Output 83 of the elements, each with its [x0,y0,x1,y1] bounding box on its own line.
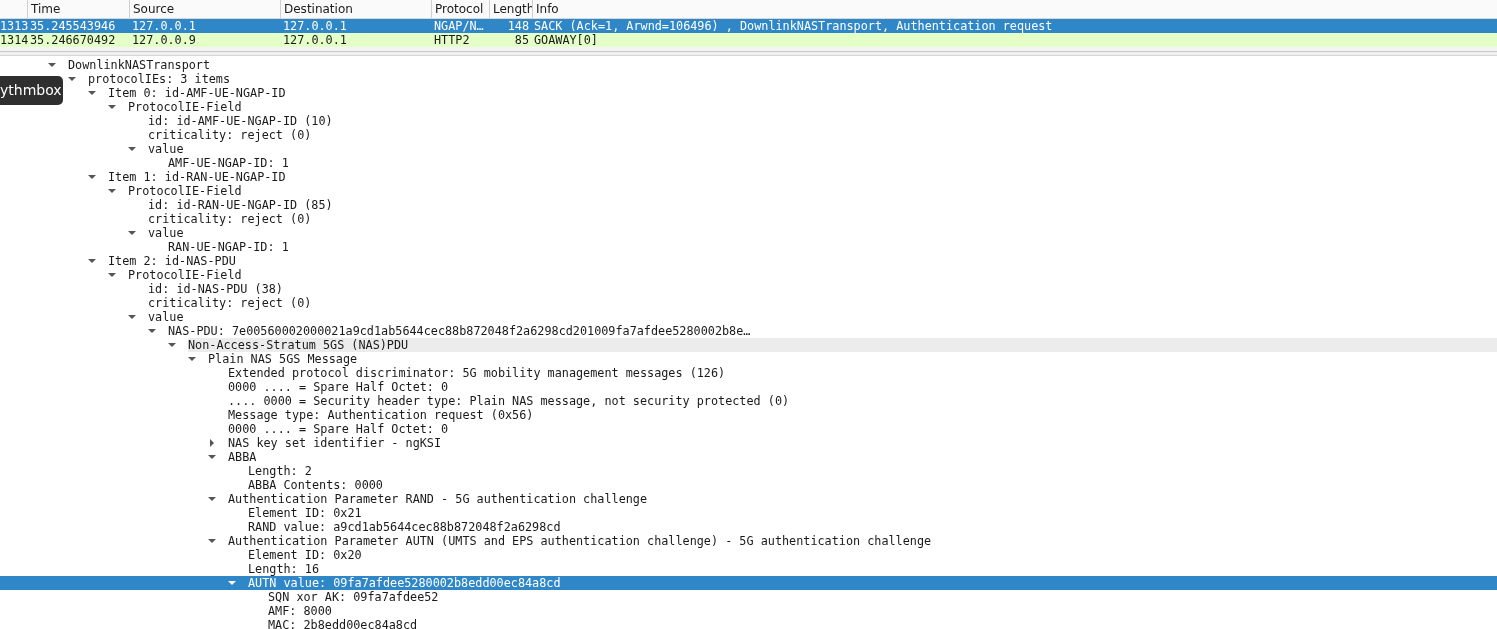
tree-item[interactable]: AMF: 8000 [268,604,336,618]
table-cell: 1313 [0,19,28,33]
tree-item[interactable]: MAC: 2b8edd00ec84a8cd [268,618,422,629]
tree-item[interactable]: protocolIEs: 3 items [88,72,235,86]
table-cell-text: NGAP/N… [433,19,485,33]
tree-item[interactable]: Authentication Parameter AUTN (UMTS and EPS authentication challenge) - 5G authentication challenge [228,534,936,548]
table-cell-text: 35.245543946 [29,19,117,33]
column-header[interactable]: Time [28,0,130,18]
tree-item[interactable]: NAS key set identifier - ngKSI [228,436,446,450]
collapse-arrow-icon[interactable] [108,103,116,111]
tree-item[interactable]: Item 0: id-AMF-UE-NGAP-ID [108,86,290,100]
selected-row[interactable]: AUTN value: 09fa7afdee5280002b8edd00ec84a8cd [0,576,1497,590]
tree-item[interactable]: Authentication Parameter RAND - 5G authentication challenge [228,492,652,506]
packet-row[interactable]: 1313 35.245543946 127.0.0.1 127.0.0.1 NGAP/N… 148 SACK (Ack=1, Arwnd=106496) , DownlinkNASTransport, Authentication request [0,19,1497,33]
table-cell-text: 127.0.0.1 [131,19,197,33]
tree-item[interactable]: Non-Access-Stratum 5GS (NAS)PDU [188,338,1497,352]
collapse-arrow-icon[interactable] [128,145,136,153]
expand-arrow-icon[interactable] [208,439,216,447]
collapse-arrow-icon[interactable] [48,61,56,69]
tree-item[interactable]: NAS-PDU: 7e00560002000021a9cd1ab5644cec88b872048f2a6298cd201009fa7afdee5280002b8e… [168,324,755,338]
table-cell: 1314 [0,33,28,47]
table-cell-text: 85 [513,33,530,47]
tree-item[interactable]: Element ID: 0x20 [248,548,366,562]
collapse-arrow-icon[interactable] [148,327,156,335]
table-cell-text: 127.0.0.9 [131,33,197,47]
tree-item[interactable]: Extended protocol discriminator: 5G mobility management messages (126) [228,366,730,380]
table-cell-text: 148 [506,19,530,33]
tree-item[interactable]: DownlinkNASTransport [68,58,215,72]
tree-item[interactable]: criticality: reject (0) [148,212,316,226]
tree-item[interactable]: Item 2: id-NAS-PDU [108,254,240,268]
table-cell-text: SACK (Ack=1, Arwnd=106496) , DownlinkNASTransport, Authentication request [533,19,1054,33]
tree-item[interactable]: ABBA Contents: 0000 [248,478,387,492]
tree-item[interactable]: criticality: reject (0) [148,296,316,310]
packet-row[interactable]: 1314 35.246670492 127.0.0.9 127.0.0.1 HTTP2 85 GOAWAY[0] [0,33,1497,47]
collapse-arrow-icon[interactable] [228,579,236,587]
tree-item[interactable]: Length: 16 [248,562,324,576]
tree-item[interactable]: Element ID: 0x21 [248,506,366,520]
collapse-arrow-icon[interactable] [68,75,76,83]
collapse-arrow-icon[interactable] [88,89,96,97]
tree-item[interactable]: Item 1: id-RAN-UE-NGAP-ID [108,170,290,184]
tree-item[interactable]: value [148,142,188,156]
tree-item[interactable]: value [148,226,188,240]
tree-item[interactable]: ProtocolIE-Field [128,268,246,282]
collapse-arrow-icon[interactable] [208,453,216,461]
tree-item[interactable]: RAN-UE-NGAP-ID: 1 [168,240,293,254]
tree-item[interactable]: AMF-UE-NGAP-ID: 1 [168,156,293,170]
column-header[interactable]: Source [130,0,281,18]
collapse-arrow-icon[interactable] [168,341,176,349]
table-cell-text: HTTP2 [433,33,471,47]
table-cell-text: 127.0.0.1 [282,19,348,33]
tree-item[interactable]: id: id-AMF-UE-NGAP-ID (10) [148,114,337,128]
tree-item[interactable]: id: id-NAS-PDU (38) [148,282,287,296]
collapse-arrow-icon[interactable] [188,355,196,363]
collapse-arrow-icon[interactable] [108,187,116,195]
collapse-arrow-icon[interactable] [208,537,216,545]
tree-item[interactable]: Plain NAS 5GS Message [208,352,362,366]
tree-item[interactable]: .... 0000 = Security header type: Plain NAS message, not security protected (0) [228,394,794,408]
table-cell-text: 35.246670492 [29,33,117,47]
table-cell-text: 127.0.0.1 [282,33,348,47]
column-header[interactable]: Protocol [432,0,490,18]
collapse-arrow-icon[interactable] [108,271,116,279]
collapse-arrow-icon[interactable] [128,313,136,321]
collapse-arrow-icon[interactable] [88,257,96,265]
tree-item[interactable]: Length: 2 [248,464,316,478]
tree-item[interactable]: 0000 .... = Spare Half Octet: 0 [228,380,453,394]
tree-item[interactable]: value [148,310,188,324]
collapse-arrow-icon[interactable] [88,173,96,181]
tree-item[interactable]: criticality: reject (0) [148,128,316,142]
tree-item[interactable]: SQN xor AK: 09fa7afdee52 [268,590,443,604]
tree-item[interactable]: 0000 .... = Spare Half Octet: 0 [228,422,453,436]
column-header[interactable]: Info [533,0,1497,18]
column-header[interactable]: Destination [281,0,432,18]
tree-item[interactable]: AUTN value: 09fa7afdee5280002b8edd00ec84a8cd [248,576,565,590]
tree-item[interactable]: RAND value: a9cd1ab5644cec88b872048f2a6298cd [248,520,565,534]
table-cell-text: GOAWAY[0] [533,33,599,47]
tree-item[interactable]: ABBA [228,450,261,464]
collapse-arrow-icon[interactable] [208,495,216,503]
tree-item[interactable]: id: id-RAN-UE-NGAP-ID (85) [148,198,337,212]
collapse-arrow-icon[interactable] [128,229,136,237]
tree-item[interactable]: Message type: Authentication request (0x56) [228,408,538,422]
tree-item[interactable]: ProtocolIE-Field [128,184,246,198]
tree-item[interactable]: ProtocolIE-Field [128,100,246,114]
tooltip: ythmbox [0,76,63,105]
